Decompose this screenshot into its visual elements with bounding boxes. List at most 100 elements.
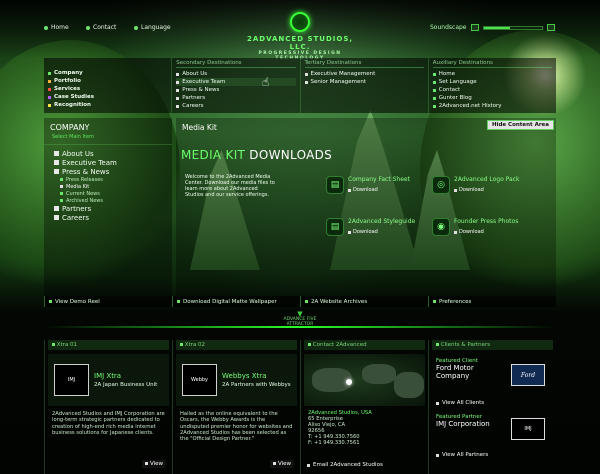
square-icon [308,343,311,346]
menu-company[interactable]: Company [48,69,167,77]
hide-content-button[interactable]: Hide Content Area [486,120,554,130]
document-icon: ▤ [326,218,344,236]
email-link[interactable]: Email 2Advanced Studios [307,462,383,468]
card-header-label: Xtra 02 [184,342,206,348]
menu-recognition[interactable]: Recognition [48,101,167,109]
featured-partner: Featured Partner IMJ Corporation IMJ [432,406,553,452]
sidebar-item-partners[interactable]: Partners [54,204,162,213]
menu-partners[interactable]: Partners [176,94,295,102]
square-icon [48,71,51,75]
menu-executive-management[interactable]: Executive Management [304,70,424,78]
menu-contact[interactable]: Contact [432,86,552,94]
imj-partner-logo[interactable]: IMJ [511,418,545,440]
menu-press-news[interactable]: Press & News [176,86,295,94]
menu-senior-management[interactable]: Senior Management [304,78,424,86]
sidebar-label: Press & News [62,167,110,176]
menu-portfolio[interactable]: Portfolio [48,77,167,85]
menu-label: About Us [182,71,208,77]
menu-label: Senior Management [310,79,367,85]
main-menu: Company Portfolio Services Case Studies … [44,58,556,113]
download-name: Founder Press Photos [454,218,519,225]
menu-history[interactable]: 2Advanced.net History [432,102,552,110]
home-link[interactable]: Home [44,24,69,31]
client-name: Ford Motor Company [436,364,474,380]
card-body: Webby Webbys Xtra 2A Partners with Webbys [176,354,297,406]
sidebar-item-press-news[interactable]: Press & News [54,167,162,176]
download-link[interactable]: Download [454,187,519,193]
utility-strip: View Demo Reel Download Digital Matte Wa… [44,296,556,307]
menu-gunter-blog[interactable]: Gunter Blog [432,94,552,102]
square-icon [180,343,183,346]
sidebar-item-current-news[interactable]: Current News [54,190,162,197]
sound-off-button[interactable] [470,24,479,31]
card-header-label: Xtra 01 [56,342,78,348]
xtra-card-imj: Xtra 01 IMJ IMJ Xtra 2A Japan Business Un… [44,340,172,474]
square-icon [307,463,310,467]
card-title: IMJ Xtra [94,372,122,380]
square-icon [49,300,52,303]
menu-label: Gunter Blog [438,95,472,101]
download-wallpaper-link[interactable]: Download Digital Matte Wallpaper [172,296,300,307]
menu-about-us[interactable]: About Us [176,70,295,78]
website-archives-link[interactable]: 2A Website Archives [300,296,428,307]
download-fact-sheet[interactable]: ▤ Company Fact Sheet Download [326,176,426,194]
download-press-photos[interactable]: ◉ Founder Press Photos Download [432,218,532,236]
menu-executive-team[interactable]: Executive Team [176,78,296,86]
sidebar-item-press-releases[interactable]: Press Releases [54,176,162,183]
webby-logo[interactable]: Webby [182,364,217,396]
download-link[interactable]: Download [454,229,518,235]
menu-services[interactable]: Services [48,85,167,93]
glow-divider [44,326,556,328]
view-demo-reel-link[interactable]: View Demo Reel [44,296,172,307]
sidebar: COMPANY Select Main Item About Us Execut… [44,118,172,296]
download-link[interactable]: Download [348,229,415,235]
square-icon [60,199,63,202]
sidebar-item-careers[interactable]: Careers [54,213,162,222]
square-icon [436,343,439,346]
square-icon [436,401,439,405]
download-styleguide[interactable]: ▤ 2Advanced Styleguide Download [326,218,426,236]
sidebar-label: Partners [62,204,92,213]
menu-label: Company [54,70,83,76]
bullet-icon [44,25,48,30]
xtra-card-webby: Xtra 02 Webby Webbys Xtra 2A Partners wit… [172,340,300,474]
sidebar-item-executive-team[interactable]: Executive Team [54,158,162,167]
menu-set-language[interactable]: Set Language [432,78,552,86]
imj-logo[interactable]: IMJ [54,364,89,396]
sidebar-subtitle: Select Main Item [44,134,172,145]
language-link[interactable]: Language [134,24,171,31]
view-button[interactable]: View [270,460,294,468]
contact-link[interactable]: Contact [86,24,116,31]
menu-label: Recognition [54,102,91,108]
square-icon [60,185,63,188]
sidebar-item-media-kit[interactable]: Media Kit [54,183,162,190]
card-header: Clients & Partners [432,340,553,350]
logo[interactable]: 2ADVANCED STUDIOS, LLC. PROGRESSIVE DESI… [240,12,360,61]
secondary-menu: Secondary Destinations About Us Executiv… [171,58,299,113]
welcome-text: Welcome to the 2Advanced Media Center. D… [185,174,275,198]
download-logo-pack[interactable]: ◎ 2Advanced Logo Pack Download [432,176,532,194]
card-subtitle: 2A Japan Business Unit [94,382,158,388]
view-all-partners-link[interactable]: View All Partners [432,452,553,458]
square-icon [433,300,436,303]
card-text: 2Advanced Studios and IMJ Corporation ar… [52,411,165,436]
sidebar-label: About Us [62,149,94,158]
menu-case-studies[interactable]: Case Studies [48,93,167,101]
auxiliary-menu: Auxiliary Destinations Home Set Language… [427,58,556,113]
content-area: Media Kit Hide Content Area MEDIA KIT DO… [176,118,556,296]
volume-slider[interactable] [482,25,543,30]
ford-logo[interactable]: Ford [511,364,545,386]
sidebar-label: Media Kit [66,183,90,190]
card-title: Webbys Xtra [222,372,267,380]
view-button[interactable]: View [142,460,166,468]
sidebar-item-archived-news[interactable]: Archived News [54,197,162,204]
menu-label: Home [438,71,455,77]
menu-home[interactable]: Home [432,70,552,78]
download-link[interactable]: Download [348,187,410,193]
menu-careers[interactable]: Careers [176,102,295,110]
sidebar-item-about-us[interactable]: About Us [54,149,162,158]
strip-label: Preferences [439,298,472,305]
preferences-link[interactable]: Preferences [428,296,556,307]
bullet-icon [86,25,90,30]
sound-on-button[interactable] [546,24,555,31]
